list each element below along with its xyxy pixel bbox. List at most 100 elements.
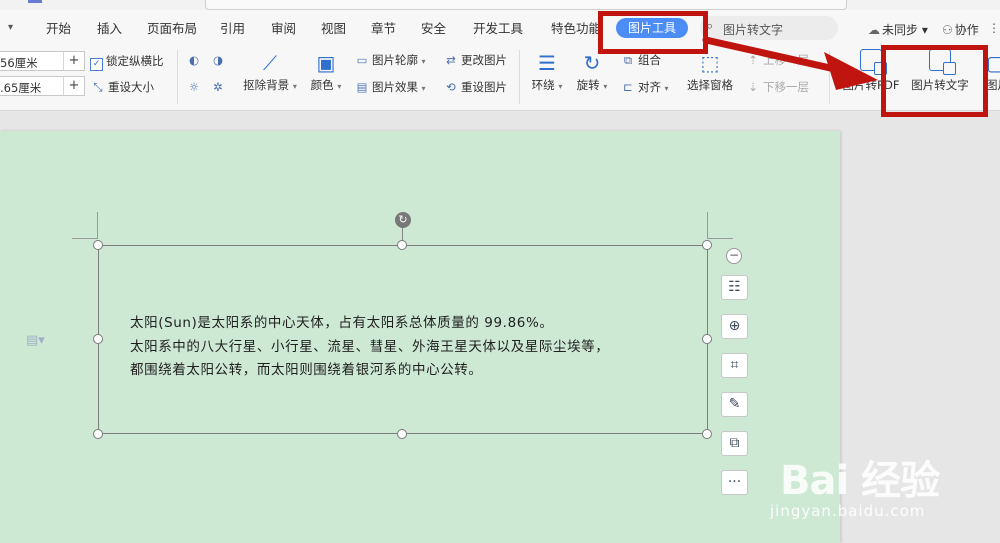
- picture-text-line-3: 都围绕着太阳公转，而太阳则围绕着银河系的中心公转。: [130, 362, 483, 378]
- group-button[interactable]: ⧉ 组合: [620, 52, 661, 68]
- user-add-icon: ⚇: [942, 23, 953, 37]
- group-label: 组合: [638, 53, 661, 67]
- tab-page-layout[interactable]: 页面布局: [147, 21, 197, 37]
- picture-effect-button[interactable]: ▤ 图片效果 ▾: [354, 79, 426, 97]
- title-tab-edge: [205, 0, 847, 10]
- watermark-logo: Bai 经验: [780, 458, 940, 504]
- outline-icon: ▭: [356, 53, 368, 67]
- tab-developer[interactable]: 开发工具: [473, 21, 523, 37]
- decrease-contrast-icon[interactable]: ◑: [210, 52, 228, 68]
- tab-review[interactable]: 审阅: [271, 21, 296, 37]
- more-options-button[interactable]: ···: [721, 470, 748, 495]
- wrap-icon: ☰: [538, 51, 556, 75]
- more-menu-icon[interactable]: ⋮: [988, 21, 1000, 35]
- highlight-box-picture-tools: [598, 11, 708, 54]
- reset-size-label: 重设大小: [108, 80, 154, 94]
- resize-handle-top[interactable]: [397, 240, 407, 250]
- align-label: 对齐: [638, 80, 661, 94]
- width-input[interactable]: .65厘米 +: [0, 76, 85, 96]
- tab-view[interactable]: 视图: [321, 21, 346, 37]
- resize-handle-left[interactable]: [93, 334, 103, 344]
- picture-text-line-2: 太阳系中的八大行星、小行星、流星、彗星、外海王星天体以及星际尘埃等，: [130, 339, 610, 355]
- wrap-text-button[interactable]: ☰ 环绕 ▾: [528, 49, 566, 95]
- remove-background-button[interactable]: ⟋ 抠除背景 ▾: [240, 49, 300, 95]
- crop-mark: [72, 238, 98, 239]
- color-label: 颜色: [310, 78, 334, 92]
- reset-picture-button[interactable]: ⟲ 重设图片: [443, 79, 507, 95]
- collaborate-button[interactable]: ⚇ 协作: [942, 21, 979, 38]
- pic-outline-label: 图片轮廓: [372, 53, 418, 67]
- resize-handle-top-right[interactable]: [702, 240, 712, 250]
- width-value: .65厘米: [0, 81, 42, 95]
- watermark-url: jingyan.baidu.com: [770, 502, 926, 520]
- ribbon-separator: [829, 50, 830, 104]
- print-pic-label: 图片: [986, 78, 1000, 92]
- sync-label: 未同步: [882, 23, 919, 37]
- picture-print-button[interactable]: ▢ 图片: [986, 49, 1000, 93]
- selection-pane-button[interactable]: ⬚ 选择窗格: [684, 49, 736, 93]
- color-button[interactable]: ▣ 颜色 ▾: [307, 49, 345, 95]
- rotate-handle-icon[interactable]: ↻: [395, 212, 411, 228]
- group-icon: ⧉: [623, 53, 633, 67]
- command-search-box[interactable]: ⌕ 图片转文字: [700, 16, 838, 40]
- bring-forward-icon: ⇡: [748, 53, 758, 67]
- increase-brightness-icon[interactable]: ☼: [186, 79, 204, 95]
- magic-wand-icon: ⟋: [263, 51, 277, 75]
- ribbon-separator: [177, 50, 178, 104]
- resize-handle-top-left[interactable]: [93, 240, 103, 250]
- menu-tab-bar: ▾ 开始 插入 页面布局 引用 审阅 视图 章节 安全 开发工具 特色功能 图片…: [0, 10, 1000, 46]
- tab-special-features[interactable]: 特色功能: [551, 21, 601, 37]
- resize-handle-bottom-right[interactable]: [702, 429, 712, 439]
- increase-contrast-icon[interactable]: ◐: [186, 52, 204, 68]
- paragraph-anchor-icon[interactable]: ▤▾: [26, 333, 45, 348]
- tab-references[interactable]: 引用: [220, 21, 245, 37]
- picture-to-text-side-icon[interactable]: ⧉: [721, 431, 748, 456]
- decrease-brightness-icon[interactable]: ✲: [210, 79, 228, 95]
- send-backward-label: 下移一层: [763, 80, 809, 94]
- align-button[interactable]: ⊏ 对齐 ▾: [620, 79, 668, 97]
- menu-dropdown-icon[interactable]: ▾: [8, 22, 13, 33]
- picture-outline-button[interactable]: ▭ 图片轮廓 ▾: [354, 52, 426, 70]
- send-backward-button[interactable]: ⇣ 下移一层: [745, 79, 809, 95]
- tab-insert[interactable]: 插入: [97, 21, 122, 37]
- resize-handle-right[interactable]: [702, 334, 712, 344]
- effect-icon: ▤: [356, 80, 368, 94]
- baidu-watermark: Bai 经验 jingyan.baidu.com: [770, 430, 1000, 543]
- layout-options-icon[interactable]: ☷: [721, 275, 748, 300]
- zoom-picture-icon[interactable]: ⊕: [721, 314, 748, 339]
- resize-icon: ⤡: [93, 80, 103, 94]
- bring-forward-button[interactable]: ⇡ 上移一层: [745, 52, 809, 68]
- resize-handle-bottom[interactable]: [397, 429, 407, 439]
- height-input[interactable]: 56厘米 +: [0, 51, 85, 71]
- align-icon: ⊏: [623, 80, 633, 94]
- height-value: 56厘米: [0, 56, 38, 70]
- change-picture-button[interactable]: ⇄ 更改图片: [443, 52, 507, 68]
- sync-status[interactable]: ☁ 未同步 ▾: [868, 21, 928, 38]
- tab-home[interactable]: 开始: [46, 21, 71, 37]
- resize-handle-bottom-left[interactable]: [93, 429, 103, 439]
- reset-picture-icon: ⟲: [446, 80, 456, 94]
- width-increase-button[interactable]: +: [63, 77, 84, 95]
- bring-forward-label: 上移一层: [763, 53, 809, 67]
- crop-mark: [97, 212, 98, 239]
- search-placeholder: 图片转文字: [723, 23, 784, 37]
- ribbon-separator: [519, 50, 520, 104]
- wrap-label: 环绕: [531, 78, 555, 92]
- lock-aspect-ratio-checkbox[interactable]: ✓ 锁定纵横比: [90, 53, 164, 71]
- crop-mark: [707, 212, 708, 239]
- reset-size-button[interactable]: ⤡ 重设大小: [90, 79, 154, 95]
- tab-security[interactable]: 安全: [421, 21, 446, 37]
- lock-ratio-label: 锁定纵横比: [106, 54, 164, 68]
- title-strip: [0, 0, 1000, 10]
- selection-pane-label: 选择窗格: [687, 78, 733, 92]
- highlight-box-picture-to-text: [881, 45, 988, 117]
- height-increase-button[interactable]: +: [63, 52, 84, 70]
- change-picture-icon: ⇄: [446, 53, 456, 67]
- crop-icon[interactable]: ⌗: [721, 353, 748, 378]
- picture-tools-ribbon: 56厘米 + .65厘米 + ✓ 锁定纵横比 ⤡ 重设大小 ◐ ◑ ☼ ✲ ⟋ 抠除…: [0, 46, 1000, 111]
- collapse-toolbar-icon[interactable]: −: [726, 248, 742, 264]
- rotate-button[interactable]: ↻ 旋转 ▾: [573, 49, 611, 95]
- tab-chapter[interactable]: 章节: [371, 21, 396, 37]
- pic-effect-label: 图片效果: [372, 80, 418, 94]
- edit-picture-icon[interactable]: ✎: [721, 392, 748, 417]
